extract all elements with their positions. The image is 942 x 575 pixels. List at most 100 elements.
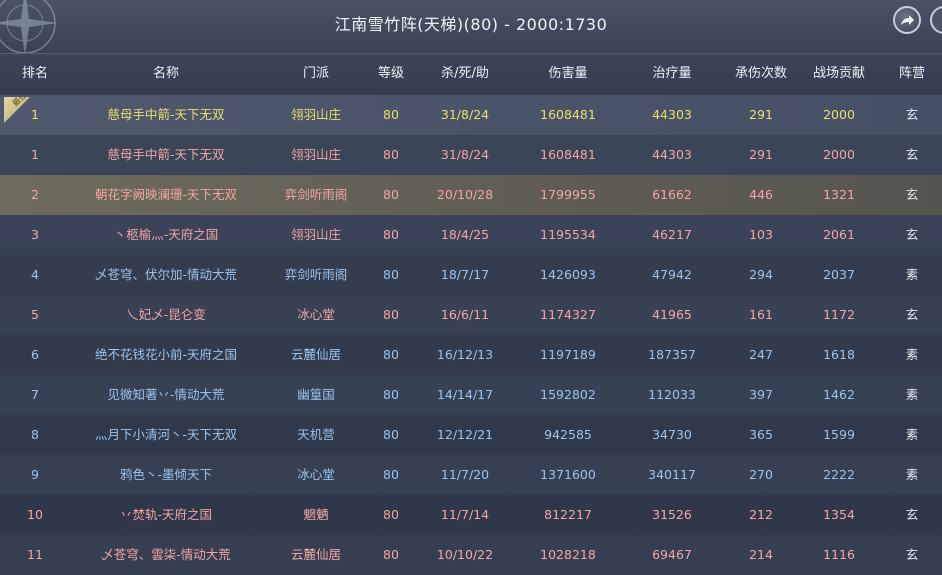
cell-rank: 9: [31, 467, 39, 482]
cell-camp: 玄: [905, 147, 919, 162]
cell-contrib: 1599: [823, 427, 855, 442]
cell-name: 见微知著丷-情动大荒: [107, 387, 225, 402]
cell-rank: 4: [31, 267, 39, 282]
table-row[interactable]: 1 慈母手中箭-天下无双 翎羽山庄 80 31/8/24 1608481 44303 291 2…: [0, 135, 942, 175]
cell-damage: 1195534: [540, 227, 596, 242]
cell-hurt: 294: [749, 267, 773, 282]
cell-level: 80: [383, 267, 399, 282]
cell-heal: 46217: [652, 227, 692, 242]
cell-level: 80: [383, 507, 399, 522]
header-heal[interactable]: 治疗量: [618, 54, 726, 94]
cell-camp: 玄: [905, 227, 919, 242]
cell-name: 慈母手中箭-天下无双: [107, 147, 225, 162]
cell-rank: 7: [31, 387, 39, 402]
cell-hurt: 365: [749, 427, 773, 442]
cell-name: 灬月下小清河丶-天下无双: [94, 427, 237, 442]
header-school[interactable]: 门派: [262, 54, 370, 94]
table-row[interactable]: 10 丷焚轨-天府之国 魍魉 80 11/7/14 812217 31526 212 1354 玄: [0, 495, 942, 535]
table-header: 排名 名称 门派 等级 杀/死/助 伤害量 治疗量 承伤次数 战场贡献 阵营: [0, 53, 942, 94]
share-arrow-icon: [901, 15, 914, 25]
cell-kda: 12/12/21: [436, 427, 494, 442]
header-name[interactable]: 名称: [70, 54, 262, 94]
page-title: 江南雪竹阵(天梯)(80) - 2000:1730: [334, 15, 608, 34]
cell-kda: 20/10/28: [436, 187, 494, 202]
cell-kda: 16/6/11: [440, 307, 490, 322]
cell-contrib: 1462: [823, 387, 855, 402]
cell-kda: 31/8/24: [440, 147, 490, 162]
cell-name: 慈母手中箭-天下无双: [107, 107, 225, 122]
cell-camp: 素: [905, 427, 919, 442]
cell-heal: 44303: [652, 147, 692, 162]
cell-name: 丶柩榆灬-天府之国: [113, 227, 219, 242]
table-row[interactable]: 9 鸦色丶-墨倾天下 冰心堂 80 11/7/20 1371600 340117 270 222…: [0, 455, 942, 495]
cell-level: 80: [383, 187, 399, 202]
table-row[interactable]: 2 朝花字阙映澜珊-天下无双 弈剑听雨阁 80 20/10/28 1799955 61662…: [0, 175, 942, 215]
cell-name: 朝花字阙映澜珊-天下无双: [94, 187, 237, 202]
cell-hurt: 103: [749, 227, 773, 242]
table-row[interactable]: 6 绝不花钱花小前-天府之国 云麓仙居 80 16/12/13 1197189 187357…: [0, 335, 942, 375]
header-contribution[interactable]: 战场贡献: [796, 54, 882, 94]
cell-kda: 10/10/22: [436, 547, 494, 562]
scoreboard-panel: 江南雪竹阵(天梯)(80) - 2000:1730 排名 名称 门派 等级 杀/…: [0, 0, 942, 575]
cell-level: 80: [383, 347, 399, 362]
cell-kda: 18/7/17: [440, 267, 490, 282]
cell-contrib: 2000: [823, 147, 855, 162]
header-rank[interactable]: 排名: [0, 54, 70, 94]
cell-hurt: 291: [749, 147, 773, 162]
table-row[interactable]: 1 慈母手中箭-天下无双 翎羽山庄 80 31/8/24 1608481 44303 291 2…: [0, 95, 942, 135]
cell-camp: 素: [905, 267, 919, 282]
share-button[interactable]: [893, 6, 921, 34]
cell-school: 冰心堂: [297, 307, 335, 322]
cell-hurt: 397: [749, 387, 773, 402]
cell-school: 魍魉: [303, 507, 329, 522]
cell-kda: 11/7/20: [440, 467, 490, 482]
cell-kda: 18/4/25: [440, 227, 490, 242]
table-row[interactable]: 11 乄苍穹、雲柒-情动大荒 云麓仙居 80 10/10/22 1028218 69467 2…: [0, 535, 942, 575]
cell-name: 乀妃乄-昆仑变: [126, 307, 206, 322]
cell-contrib: 2037: [823, 267, 855, 282]
cell-school: 幽篁国: [297, 387, 335, 402]
cell-rank: 8: [31, 427, 39, 442]
cell-damage: 1799955: [540, 187, 596, 202]
cell-contrib: 1172: [823, 307, 855, 322]
cell-school: 弈剑听雨阁: [284, 187, 348, 202]
cell-rank: 2: [31, 187, 39, 202]
header-level[interactable]: 等级: [370, 54, 412, 94]
cell-school: 翎羽山庄: [290, 227, 341, 242]
table-row[interactable]: 8 灬月下小清河丶-天下无双 天机营 80 12/12/21 942585 34730 365…: [0, 415, 942, 455]
cell-camp: 玄: [905, 107, 919, 122]
cell-rank: 1: [31, 147, 39, 162]
cell-school: 翎羽山庄: [290, 107, 341, 122]
cell-contrib: 1354: [823, 507, 855, 522]
cell-damage: 1371600: [540, 467, 596, 482]
table-row[interactable]: 4 乄苍穹、伏尔加-情动大荒 弈剑听雨阁 80 18/7/17 1426093 47942 2…: [0, 255, 942, 295]
cell-school: 天机营: [297, 427, 335, 442]
cell-kda: 14/14/17: [436, 387, 494, 402]
cell-camp: 玄: [905, 547, 919, 562]
cell-damage: 1028218: [540, 547, 596, 562]
table-row[interactable]: 5 乀妃乄-昆仑变 冰心堂 80 16/6/11 1174327 41965 161 1172 玄: [0, 295, 942, 335]
cell-contrib: 1618: [823, 347, 855, 362]
cell-name: 乄苍穹、雲柒-情动大荒: [101, 547, 231, 562]
cell-damage: 1608481: [540, 107, 596, 122]
cell-damage: 1174327: [540, 307, 596, 322]
cell-hurt: 247: [749, 347, 773, 362]
cell-damage: 1592802: [540, 387, 596, 402]
header-hurt-count[interactable]: 承伤次数: [726, 54, 796, 94]
cell-name: 鸦色丶-墨倾天下: [119, 467, 212, 482]
header-kda[interactable]: 杀/死/助: [412, 54, 518, 94]
cell-hurt: 212: [749, 507, 773, 522]
cell-rank: 3: [31, 227, 39, 242]
cell-heal: 31526: [652, 507, 692, 522]
cell-heal: 69467: [652, 547, 692, 562]
header-damage[interactable]: 伤害量: [518, 54, 618, 94]
cell-camp: 玄: [905, 307, 919, 322]
cell-hurt: 270: [749, 467, 773, 482]
cell-damage: 812217: [544, 507, 592, 522]
cell-school: 弈剑听雨阁: [284, 267, 348, 282]
table-row[interactable]: 7 见微知著丷-情动大荒 幽篁国 80 14/14/17 1592802 112033 397…: [0, 375, 942, 415]
title-bar: 江南雪竹阵(天梯)(80) - 2000:1730: [0, 0, 942, 56]
header-camp[interactable]: 阵营: [882, 54, 942, 94]
cell-rank: 11: [27, 547, 43, 562]
table-row[interactable]: 3 丶柩榆灬-天府之国 翎羽山庄 80 18/4/25 1195534 46217 103 20…: [0, 215, 942, 255]
